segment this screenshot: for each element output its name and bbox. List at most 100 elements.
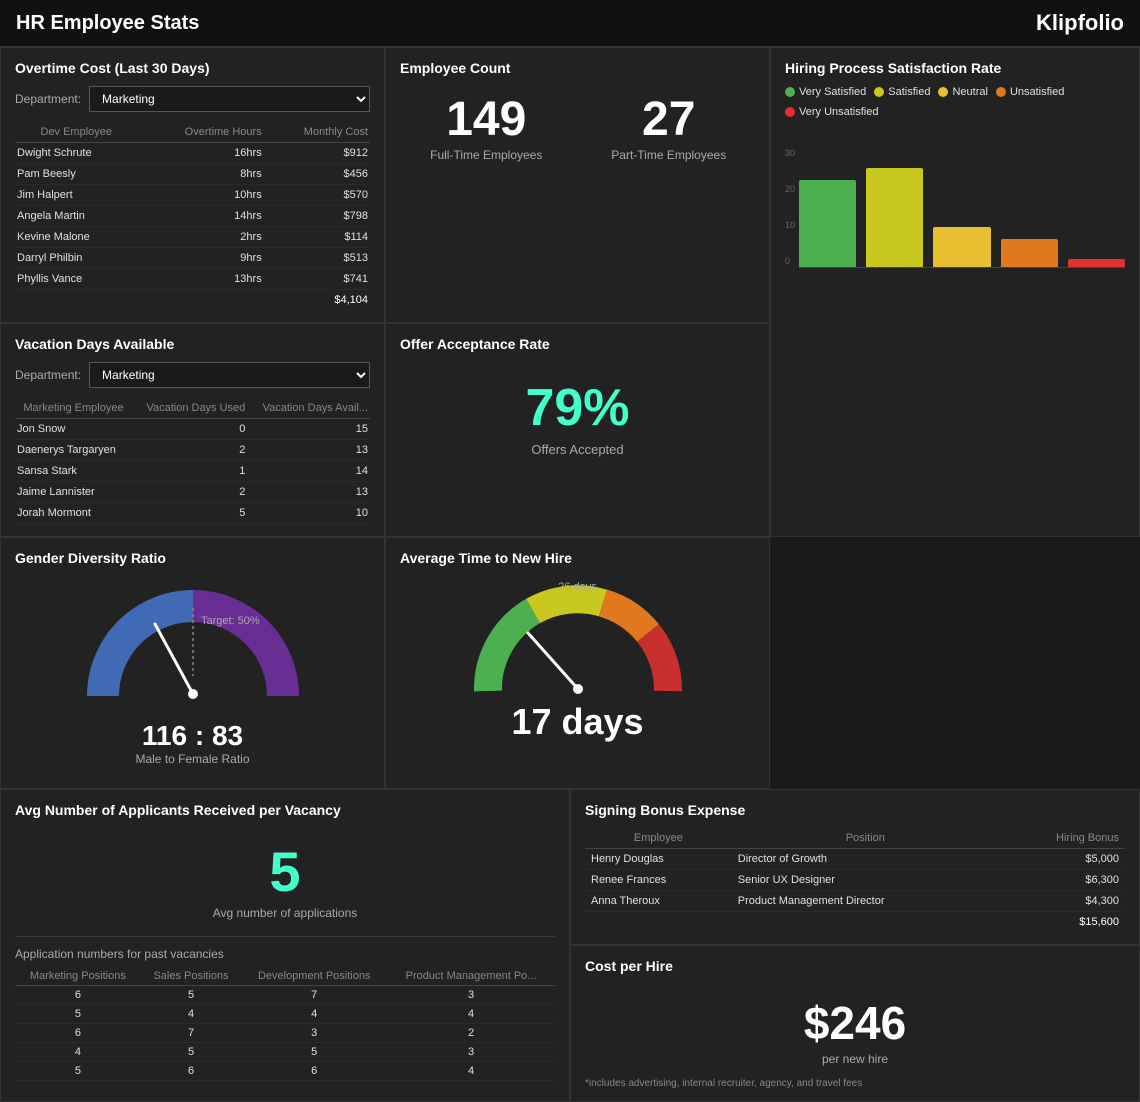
vac-used: 5 <box>132 503 247 524</box>
brand-logo: Klipfolio <box>1036 10 1124 36</box>
vacancies-sub-title: Application numbers for past vacancies <box>15 947 555 961</box>
vacation-dept-select[interactable]: Marketing <box>89 362 370 388</box>
vac-col-avail: Vacation Days Avail... <box>247 398 370 419</box>
sb-position: Senior UX Designer <box>732 870 999 891</box>
emp-count-grid: 149 Full-Time Employees 27 Part-Time Emp… <box>400 86 755 172</box>
y-label-30: 30 <box>785 148 795 158</box>
hire-gauge: 26 days 17 days <box>400 576 755 748</box>
sb-bonus: $6,300 <box>999 870 1125 891</box>
legend-dot <box>874 87 884 97</box>
legend-label: Neutral <box>952 86 987 98</box>
ot-name: Jim Halpert <box>15 185 137 206</box>
vacancy-cell: 3 <box>387 986 555 1005</box>
signing-bonus-table: Employee Position Hiring Bonus Henry Dou… <box>585 828 1125 932</box>
vacancy-cell: 4 <box>241 1005 387 1024</box>
ot-name: Angela Martin <box>15 206 137 227</box>
y-label-0: 0 <box>785 256 795 266</box>
part-time-number: 27 <box>583 96 756 144</box>
sb-col-employee: Employee <box>585 828 732 849</box>
vac-name: Daenerys Targaryen <box>15 440 132 461</box>
sb-position: Director of Growth <box>732 849 999 870</box>
vacation-title: Vacation Days Available <box>15 336 370 352</box>
table-row: Pam Beesly8hrs$456 <box>15 164 370 185</box>
vacancies-col-header: Marketing Positions <box>15 967 141 986</box>
table-row: Dwight Schrute16hrs$912 <box>15 143 370 164</box>
avg-applications-label: Avg number of applications <box>15 906 555 920</box>
vacancy-cell: 4 <box>15 1043 141 1062</box>
hiring-satisfaction-panel: Hiring Process Satisfaction Rate Very Sa… <box>770 47 1140 537</box>
ot-col-cost: Monthly Cost <box>264 122 370 143</box>
legend-label: Satisfied <box>888 86 930 98</box>
avg-applicants-panel: Avg Number of Applicants Received per Va… <box>0 789 570 1102</box>
gender-ratio: 116 : 83 <box>142 720 243 752</box>
ot-name: Phyllis Vance <box>15 269 137 290</box>
ot-total-label <box>15 290 264 311</box>
cost-big-value: $246 <box>585 1000 1125 1046</box>
vacancies-table: Marketing PositionsSales PositionsDevelo… <box>15 967 555 1081</box>
vacancies-col-header: Product Management Po... <box>387 967 555 986</box>
overtime-dept-select[interactable]: Marketing <box>89 86 370 112</box>
ot-hours: 8hrs <box>137 164 263 185</box>
vacancy-cell: 6 <box>15 1024 141 1043</box>
legend-item: Satisfied <box>874 86 930 98</box>
employee-count-panel: Employee Count 149 Full-Time Employees 2… <box>385 47 770 323</box>
part-time-block: 27 Part-Time Employees <box>583 96 756 162</box>
table-row: 5664 <box>15 1062 555 1081</box>
sb-bonus: $5,000 <box>999 849 1125 870</box>
sb-bonus: $4,300 <box>999 891 1125 912</box>
vac-used: 2 <box>132 440 247 461</box>
vacancy-cell: 3 <box>387 1043 555 1062</box>
vac-avail: 10 <box>247 503 370 524</box>
hiring-satisfaction-title: Hiring Process Satisfaction Rate <box>785 60 1125 76</box>
gender-ratio-label: Male to Female Ratio <box>135 752 249 766</box>
vac-avail: 13 <box>247 482 370 503</box>
table-row: 6732 <box>15 1024 555 1043</box>
hire-26-days: 26 days <box>558 581 597 593</box>
avg-time-hire-panel: Average Time to New Hire 26 days <box>385 537 770 789</box>
vac-avail: 15 <box>247 419 370 440</box>
legend-dot <box>996 87 1006 97</box>
page-title: HR Employee Stats <box>16 12 199 35</box>
table-row: Jim Halpert10hrs$570 <box>15 185 370 206</box>
overtime-title: Overtime Cost (Last 30 Days) <box>15 60 370 76</box>
bar-neutral <box>933 227 990 267</box>
bar-satisfied <box>866 168 923 267</box>
offer-rate-display: 79% Offers Accepted <box>400 362 755 467</box>
vac-name: Jon Snow <box>15 419 132 440</box>
vacancy-cell: 6 <box>141 1062 242 1081</box>
employee-count-title: Employee Count <box>400 60 755 76</box>
hire-gauge-svg <box>468 581 688 711</box>
table-row: Henry DouglasDirector of Growth$5,000 <box>585 849 1125 870</box>
overtime-dept-row: Department: Marketing <box>15 86 370 112</box>
legend-dot <box>785 87 795 97</box>
bar-very-satisfied <box>799 180 856 267</box>
gender-diversity-panel: Gender Diversity Ratio Target: 50% 116 :… <box>0 537 385 789</box>
table-row: 6573 <box>15 986 555 1005</box>
legend-label: Very Satisfied <box>799 86 866 98</box>
ot-col-employee: Dev Employee <box>15 122 137 143</box>
vacancies-col-header: Development Positions <box>241 967 387 986</box>
ot-name: Dwight Schrute <box>15 143 137 164</box>
ot-cost: $513 <box>264 248 370 269</box>
vac-used: 1 <box>132 461 247 482</box>
vac-avail: 13 <box>247 440 370 461</box>
table-row: Kevine Malone2hrs$114 <box>15 227 370 248</box>
offer-acceptance-panel: Offer Acceptance Rate 79% Offers Accepte… <box>385 323 770 537</box>
legend-item: Neutral <box>938 86 987 98</box>
vacancy-cell: 5 <box>15 1005 141 1024</box>
vacancies-col-header: Sales Positions <box>141 967 242 986</box>
y-label-10: 10 <box>785 220 795 230</box>
legend-dot <box>938 87 948 97</box>
ot-hours: 2hrs <box>137 227 263 248</box>
ot-cost: $114 <box>264 227 370 248</box>
part-time-label: Part-Time Employees <box>583 148 756 162</box>
vac-avail: 14 <box>247 461 370 482</box>
ot-col-hours: Overtime Hours <box>137 122 263 143</box>
legend-item: Unsatisfied <box>996 86 1064 98</box>
vacancy-cell: 2 <box>387 1024 555 1043</box>
vacancy-cell: 5 <box>141 1043 242 1062</box>
vacation-table: Marketing Employee Vacation Days Used Va… <box>15 398 370 524</box>
table-row: Darryl Philbin9hrs$513 <box>15 248 370 269</box>
sb-total-value: $15,600 <box>999 912 1125 933</box>
ot-name: Kevine Malone <box>15 227 137 248</box>
